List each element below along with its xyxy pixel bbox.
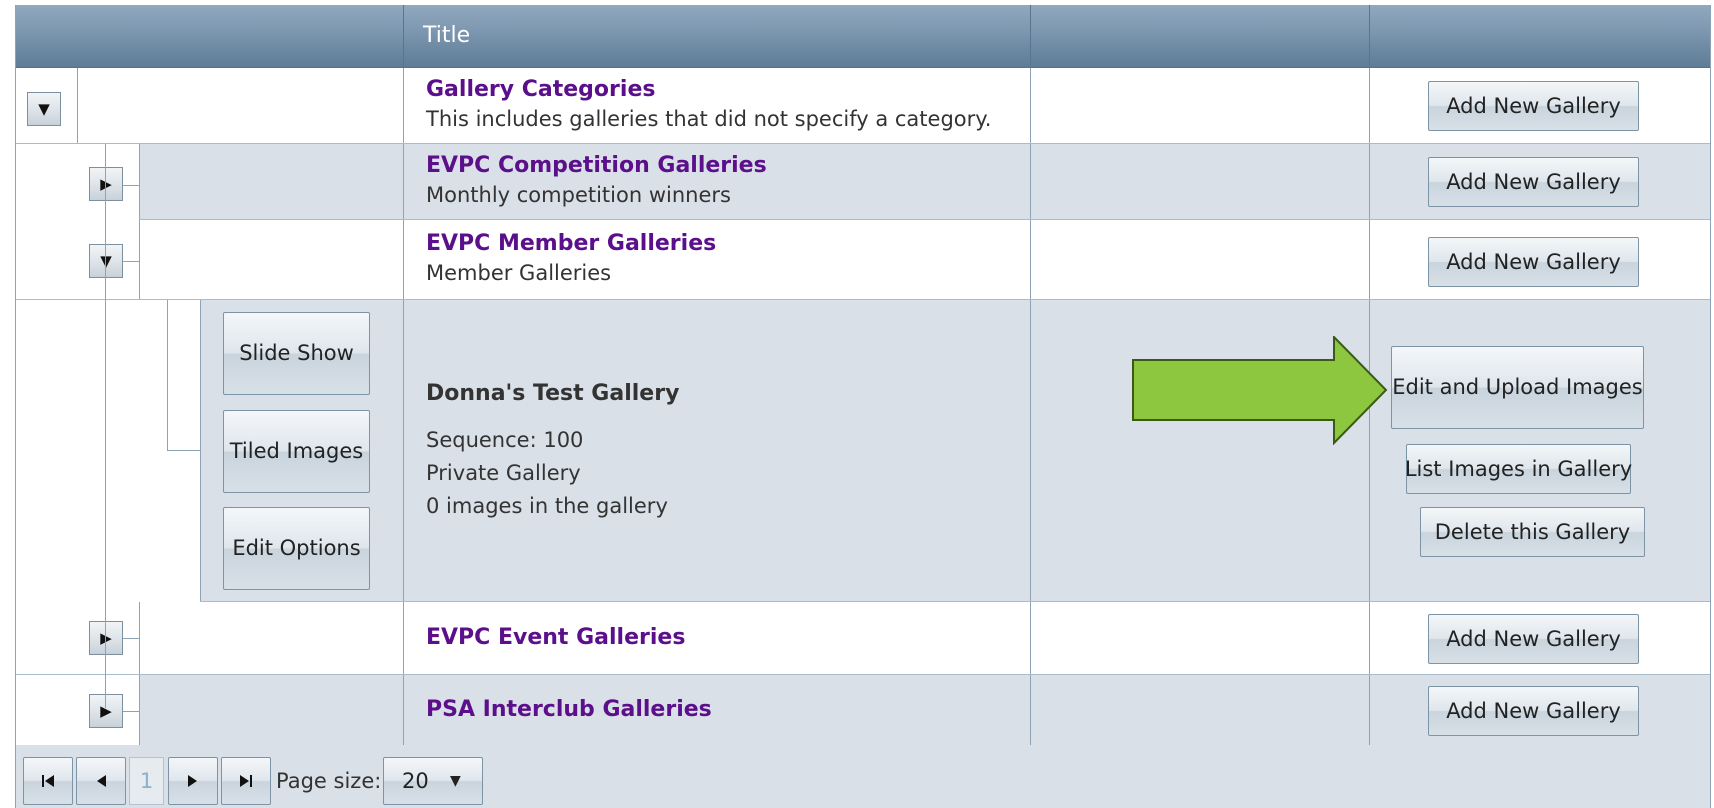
category-description: This includes galleries that did not spe… <box>426 107 992 131</box>
cell-divider <box>1369 602 1370 674</box>
page-size-dropdown[interactable]: 20 ▼ <box>383 757 483 805</box>
first-page-icon <box>42 775 54 787</box>
category-title[interactable]: EVPC Event Galleries <box>426 624 685 652</box>
category-title[interactable]: EVPC Member Galleries <box>426 230 716 258</box>
pager: 1 Page size: 20 ▼ <box>16 745 1710 808</box>
last-page-icon <box>240 775 252 787</box>
cell-divider <box>1030 220 1031 299</box>
header-divider <box>1369 5 1370 67</box>
tree-branch <box>167 450 200 451</box>
add-new-gallery-button[interactable]: Add New Gallery <box>1428 614 1639 664</box>
expand-toggle[interactable]: ▶ <box>89 167 123 201</box>
gallery-privacy: Private Gallery <box>426 461 581 485</box>
tree-line <box>105 144 106 708</box>
category-cell: EVPC Event Galleries <box>426 624 685 652</box>
expand-toggle[interactable]: ▶ <box>89 621 123 655</box>
cell-divider <box>1030 68 1031 143</box>
expand-toggle[interactable]: ▼ <box>27 92 61 126</box>
indent-divider <box>139 144 140 219</box>
add-new-gallery-button[interactable]: Add New Gallery <box>1428 686 1639 736</box>
category-row-gallery-categories: ▼ Gallery Categories This includes galle… <box>16 68 1710 144</box>
grid-header: Title <box>16 5 1710 68</box>
tree-line <box>167 300 168 450</box>
add-new-gallery-button[interactable]: Add New Gallery <box>1428 157 1639 207</box>
gallery-title: Donna's Test Gallery <box>426 381 680 406</box>
delete-gallery-button[interactable]: Delete this Gallery <box>1420 507 1645 557</box>
slide-show-button[interactable]: Slide Show <box>223 312 370 395</box>
tree-branch <box>123 638 139 639</box>
cell-divider <box>403 602 404 674</box>
edit-options-button[interactable]: Edit Options <box>223 507 370 590</box>
add-new-gallery-button[interactable]: Add New Gallery <box>1428 237 1639 287</box>
tree-branch <box>123 711 139 712</box>
next-page-icon <box>188 775 197 787</box>
tree-branch <box>123 185 139 186</box>
cell-divider <box>403 675 404 745</box>
category-description: Member Galleries <box>426 261 612 285</box>
cell-divider <box>403 220 404 299</box>
category-cell: PSA Interclub Galleries <box>426 696 712 724</box>
cell-divider <box>1030 300 1031 601</box>
cell-divider <box>403 68 404 143</box>
cell-divider <box>1030 602 1031 674</box>
gallery-sequence: Sequence: 100 <box>426 428 584 452</box>
page-size-value: 20 <box>402 769 429 793</box>
gallery-image-count: 0 images in the gallery <box>426 494 668 518</box>
prev-page-button[interactable] <box>76 757 126 805</box>
indent-area <box>16 300 200 602</box>
gallery-row: Slide Show Tiled Images Edit Options Don… <box>16 300 1710 602</box>
last-page-button[interactable] <box>221 757 271 805</box>
list-images-button[interactable]: List Images in Gallery <box>1405 444 1632 494</box>
category-row-psa: ▶ PSA Interclub Galleries Add New Galler… <box>16 675 1710 745</box>
category-row-competition: ▶ EVPC Competition Galleries Monthly com… <box>16 144 1710 220</box>
category-cell: EVPC Member Galleries Member Galleries <box>426 230 716 288</box>
current-page-number[interactable]: 1 <box>129 757 164 805</box>
edit-upload-images-button[interactable]: Edit and Upload Images <box>1391 346 1644 429</box>
gallery-grid: Title ▼ Gallery Categories This includes… <box>15 5 1711 808</box>
page-size-label: Page size: <box>276 769 382 793</box>
tree-branch <box>123 261 139 262</box>
tiled-images-button[interactable]: Tiled Images <box>223 410 370 493</box>
category-cell: EVPC Competition Galleries Monthly compe… <box>426 152 767 210</box>
expand-toggle[interactable]: ▼ <box>89 244 123 278</box>
indent-divider <box>200 300 201 601</box>
add-new-gallery-button[interactable]: Add New Gallery <box>1428 81 1639 131</box>
column-header-title[interactable]: Title <box>403 5 470 67</box>
category-title[interactable]: Gallery Categories <box>426 76 991 104</box>
header-divider <box>1030 5 1031 67</box>
chevron-down-icon: ▼ <box>450 773 461 789</box>
cell-divider <box>1369 675 1370 745</box>
cell-divider <box>1369 144 1370 219</box>
prev-page-icon <box>97 775 106 787</box>
category-row-member: ▼ EVPC Member Galleries Member Galleries… <box>16 220 1710 300</box>
indent-divider <box>139 602 140 674</box>
next-page-button[interactable] <box>168 757 218 805</box>
cell-divider <box>1030 675 1031 745</box>
indent-divider <box>77 68 78 143</box>
cell-divider <box>1369 68 1370 143</box>
cell-divider <box>403 300 404 601</box>
indent-divider <box>139 675 140 745</box>
cell-divider <box>1030 144 1031 219</box>
category-description: Monthly competition winners <box>426 183 731 207</box>
category-row-event: ▶ EVPC Event Galleries Add New Gallery <box>16 602 1710 675</box>
category-title[interactable]: PSA Interclub Galleries <box>426 696 712 724</box>
cell-divider <box>1369 220 1370 299</box>
first-page-button[interactable] <box>23 757 73 805</box>
category-cell: Gallery Categories This includes galleri… <box>426 76 991 134</box>
green-arrow-icon <box>1132 336 1388 446</box>
indent-divider <box>139 220 140 299</box>
category-title[interactable]: EVPC Competition Galleries <box>426 152 767 180</box>
gallery-details: Donna's Test Gallery Sequence: 100 Priva… <box>426 380 679 523</box>
expand-toggle[interactable]: ▶ <box>89 694 123 728</box>
cell-divider <box>403 144 404 219</box>
